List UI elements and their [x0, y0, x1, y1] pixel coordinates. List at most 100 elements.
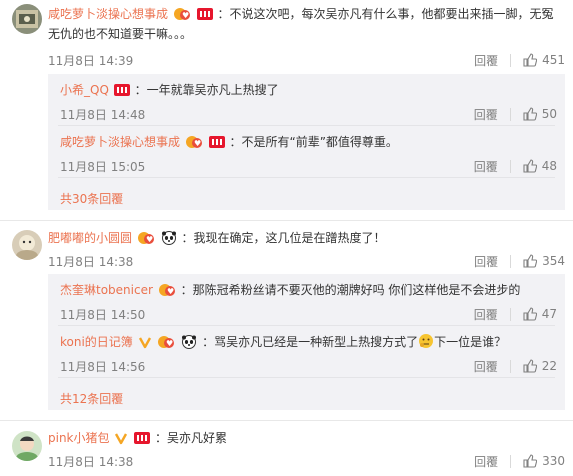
- thumb-up-icon: [523, 107, 537, 121]
- avatar[interactable]: [12, 230, 42, 260]
- vip-badge-icon[interactable]: ♥: [158, 283, 176, 297]
- reply-text: ：一年就靠吴亦凡上热搜了: [134, 83, 279, 97]
- reply-item: 杰奎琳tobenicer ♥ ：那陈冠希粉丝请不要灭他的潮牌好吗 你们这样他是不…: [48, 274, 565, 324]
- vip-badge-icon[interactable]: ♥: [185, 135, 203, 149]
- reply-button[interactable]: 回覆: [474, 253, 498, 270]
- reply-divider: [58, 177, 555, 178]
- like-button[interactable]: 330: [523, 454, 565, 468]
- reply-item: 咸吃萝卜淡操心想事成 ♥ ：不是所有“前辈”都值得尊重。 11月8日 15:05…: [48, 126, 565, 176]
- like-button[interactable]: 48: [523, 159, 557, 173]
- action-divider: [510, 454, 512, 468]
- reply-button[interactable]: 回覆: [474, 158, 498, 175]
- action-divider: [509, 307, 511, 321]
- svg-text:♥: ♥: [146, 235, 153, 244]
- vip-badge-icon[interactable]: ♥: [137, 231, 155, 245]
- reply-list: 杰奎琳tobenicer ♥ ：那陈冠希粉丝请不要灭他的潮牌好吗 你们这样他是不…: [48, 274, 565, 410]
- thinking-emoji-icon: [419, 334, 434, 348]
- reply-time: 11月8日 14:50: [60, 308, 146, 322]
- like-button[interactable]: 22: [523, 359, 557, 373]
- reply-body: 小希_QQ ：一年就靠吴亦凡上热搜了: [60, 80, 560, 100]
- svg-text:♥: ♥: [182, 11, 189, 20]
- reply-actions: 回覆 22: [474, 356, 557, 376]
- thumb-up-icon: [523, 254, 538, 268]
- reply-username[interactable]: koni的日记簿: [60, 335, 133, 349]
- thumb-up-icon: [523, 307, 537, 321]
- member-badge-icon[interactable]: [208, 135, 225, 149]
- comment-text: ：我现在确定，这几位是在蹭热度了！: [181, 231, 386, 245]
- like-button[interactable]: 47: [523, 307, 557, 321]
- reply-username[interactable]: 小希_QQ: [60, 83, 109, 97]
- like-count: 22: [541, 359, 557, 373]
- like-button[interactable]: 451: [523, 53, 565, 67]
- comment-actions: 回覆 330: [474, 451, 565, 471]
- reply-item: 小希_QQ ：一年就靠吴亦凡上热搜了 11月8日 14:48 回覆 50: [48, 74, 565, 124]
- panda-badge-icon[interactable]: [161, 231, 177, 245]
- action-divider: [510, 53, 512, 67]
- comment-item: 肥嘟嘟的小圆圆 ♥ ：我现在确定，这几位是在蹭热度了！ 11月8日 14:38 …: [0, 221, 573, 413]
- comment-item: pink小猪包 ：吴亦凡好累 11月8日 14:38 回覆 330: [0, 421, 573, 476]
- reply-time: 11月8日 14:56: [60, 360, 146, 374]
- action-divider: [509, 107, 511, 121]
- reply-button[interactable]: 回覆: [474, 106, 498, 123]
- action-divider: [509, 159, 511, 173]
- reply-item: koni的日记簿 ♥ ：骂吴亦凡已经是一种新型上热搜方式了 下一位是谁？ 11月8…: [48, 326, 565, 376]
- action-divider: [510, 254, 512, 268]
- member-badge-icon[interactable]: [134, 431, 151, 445]
- reply-username[interactable]: 杰奎琳tobenicer: [60, 283, 153, 297]
- reply-button[interactable]: 回覆: [474, 306, 498, 323]
- thumb-up-icon: [523, 454, 538, 468]
- reply-button[interactable]: 回覆: [474, 52, 498, 69]
- comment-username[interactable]: 咸吃萝卜淡操心想事成: [48, 7, 168, 21]
- reply-time: 11月8日 15:05: [60, 160, 146, 174]
- thumb-up-icon: [523, 53, 538, 67]
- reply-body: 杰奎琳tobenicer ♥ ：那陈冠希粉丝请不要灭他的潮牌好吗 你们这样他是不…: [60, 280, 560, 300]
- comment-body: 咸吃萝卜淡操心想事成 ♥ ：不说这次吧，每次吴亦凡有什么事，他都要出来插一脚，无…: [48, 4, 563, 44]
- member-badge-icon[interactable]: [196, 7, 213, 21]
- reply-button[interactable]: 回覆: [474, 358, 498, 375]
- vip-badge-icon[interactable]: ♥: [157, 335, 175, 349]
- comment-time: 11月8日 14:39: [48, 54, 134, 68]
- like-count: 330: [542, 454, 565, 468]
- reply-actions: 回覆 50: [474, 104, 557, 124]
- comment-actions: 回覆 451: [474, 50, 565, 70]
- reply-body: koni的日记簿 ♥ ：骂吴亦凡已经是一种新型上热搜方式了 下一位是谁？: [60, 332, 560, 352]
- reply-text-continued: 下一位是谁？: [434, 335, 507, 349]
- comment-text: ：吴亦凡好累: [155, 431, 228, 445]
- like-count: 451: [542, 53, 565, 67]
- reply-text: ：那陈冠希粉丝请不要灭他的潮牌好吗 你们这样他是不会进步的: [180, 283, 521, 297]
- more-replies-link[interactable]: 共12条回覆: [60, 390, 123, 407]
- comment-time: 11月8日 14:38: [48, 455, 134, 469]
- panda-badge-icon[interactable]: [181, 335, 197, 349]
- reply-actions: 回覆 47: [474, 304, 557, 324]
- comment-body: 肥嘟嘟的小圆圆 ♥ ：我现在确定，这几位是在蹭热度了！: [48, 228, 563, 248]
- member-badge-icon[interactable]: [113, 83, 130, 97]
- reply-text: ：不是所有“前辈”都值得尊重。: [229, 135, 398, 149]
- svg-text:♥: ♥: [194, 139, 201, 148]
- like-count: 48: [541, 159, 557, 173]
- vip-badge-icon[interactable]: ♥: [173, 7, 191, 21]
- comment-username[interactable]: 肥嘟嘟的小圆圆: [48, 231, 132, 245]
- reply-username[interactable]: 咸吃萝卜淡操心想事成: [60, 135, 180, 149]
- thumb-up-icon: [523, 159, 537, 173]
- reply-list: 小希_QQ ：一年就靠吴亦凡上热搜了 11月8日 14:48 回覆 50 咸吃萝…: [48, 74, 565, 210]
- like-count: 354: [542, 254, 565, 268]
- verified-v-icon[interactable]: [138, 335, 152, 349]
- comment-actions: 回覆 354: [474, 251, 565, 271]
- comment-time: 11月8日 14:38: [48, 255, 134, 269]
- verified-v-icon[interactable]: [114, 431, 128, 445]
- more-replies-link[interactable]: 共30条回覆: [60, 190, 123, 207]
- avatar[interactable]: [12, 431, 42, 461]
- reply-time: 11月8日 14:48: [60, 108, 146, 122]
- reply-actions: 回覆 48: [474, 156, 557, 176]
- reply-divider: [58, 377, 555, 378]
- like-count: 50: [541, 107, 557, 121]
- comment-username[interactable]: pink小猪包: [48, 431, 110, 445]
- reply-button[interactable]: 回覆: [474, 453, 498, 470]
- thumb-up-icon: [523, 359, 537, 373]
- like-button[interactable]: 50: [523, 107, 557, 121]
- like-count: 47: [541, 307, 557, 321]
- avatar[interactable]: [12, 4, 42, 34]
- like-button[interactable]: 354: [523, 254, 565, 268]
- svg-text:♥: ♥: [166, 339, 173, 348]
- comment-body: pink小猪包 ：吴亦凡好累: [48, 428, 563, 448]
